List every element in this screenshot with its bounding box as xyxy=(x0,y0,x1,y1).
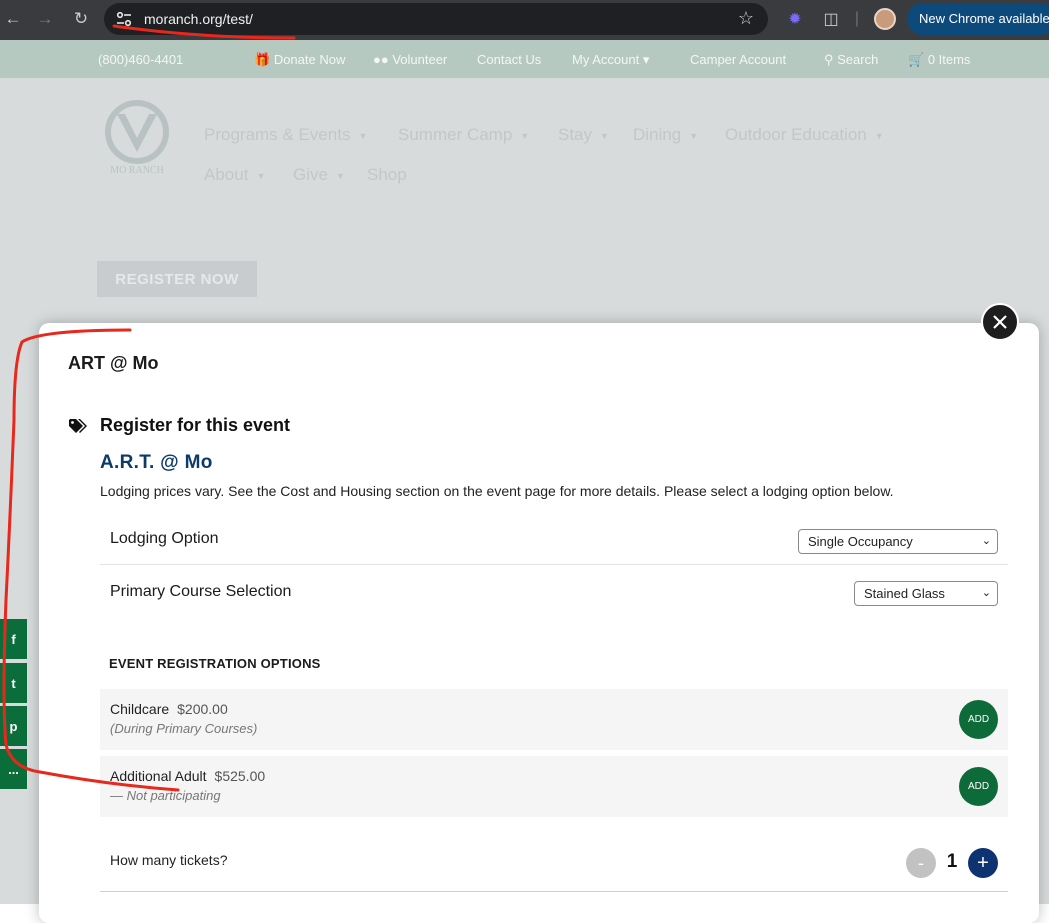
toolbar-divider: | xyxy=(854,10,860,27)
extensions-puzzle-icon[interactable]: ◫ xyxy=(820,8,842,30)
account-link[interactable]: My Account ▾ xyxy=(572,52,649,68)
register-heading-text: Register for this event xyxy=(100,415,291,435)
contact-link[interactable]: Contact Us xyxy=(477,52,541,67)
registration-modal: ART @ Mo Register for this event A.R.T. … xyxy=(39,323,1039,923)
addon-price: $200.00 xyxy=(177,701,228,717)
ticket-quantity-value: 1 xyxy=(946,851,958,872)
menu-dining[interactable]: Dining ▼ xyxy=(633,125,698,145)
share-facebook-icon[interactable]: f xyxy=(0,619,27,659)
browser-toolbar: ← → ↻ moranch.org/test/ ☆ ✹ ◫ | New Chro… xyxy=(0,0,1049,40)
bookmark-star-icon[interactable]: ☆ xyxy=(738,8,754,29)
addon-name: Childcare $200.00 xyxy=(110,701,228,717)
lodging-option-select[interactable]: Single Occupancy ⌄ xyxy=(798,529,998,554)
addon-note: (During Primary Courses) xyxy=(110,721,258,736)
phone-link[interactable]: (800)460-4401 xyxy=(98,52,183,67)
decrease-tickets-button[interactable]: - xyxy=(906,848,936,878)
menu-outdoor-education[interactable]: Outdoor Education ▼ xyxy=(725,125,884,145)
site-info-icon[interactable] xyxy=(116,11,132,27)
logo-text: MO RANCH xyxy=(110,165,164,176)
ticket-quantity-row: How many tickets? - 1 + xyxy=(100,831,1008,892)
menu-shop[interactable]: Shop xyxy=(367,165,407,185)
close-icon xyxy=(993,315,1007,329)
menu-give[interactable]: Give ▼ xyxy=(293,165,345,185)
cart-link[interactable]: 🛒 0 Items xyxy=(908,52,970,68)
register-now-button[interactable]: REGISTER NOW xyxy=(97,261,257,297)
registration-options-heading: EVENT REGISTRATION OPTIONS xyxy=(109,656,321,671)
course-selection-select[interactable]: Stained Glass ⌄ xyxy=(854,581,998,606)
menu-stay[interactable]: Stay ▼ xyxy=(558,125,609,145)
add-additional-adult-button[interactable]: ADD xyxy=(959,767,998,806)
volunteer-link[interactable]: ●● Volunteer xyxy=(373,52,447,67)
addon-childcare: Childcare $200.00 (During Primary Courses… xyxy=(100,689,1008,750)
camper-account-link[interactable]: Camper Account xyxy=(690,52,786,67)
search-link[interactable]: ⚲ Search xyxy=(824,52,878,68)
reload-icon[interactable]: ↻ xyxy=(68,6,94,32)
chrome-update-button[interactable]: New Chrome available xyxy=(907,3,1049,35)
addon-additional-adult: Additional Adult $525.00 — Not participat… xyxy=(100,756,1008,817)
register-heading: Register for this event xyxy=(68,415,290,436)
share-more-icon[interactable]: ... xyxy=(0,749,27,789)
increase-tickets-button[interactable]: + xyxy=(968,848,998,878)
donate-link[interactable]: 🎁 Donate Now xyxy=(254,52,345,68)
chevron-down-icon: ⌄ xyxy=(981,535,991,547)
course-selection-row: Primary Course Selection Stained Glass ⌄ xyxy=(100,566,1008,619)
lodging-option-row: Lodging Option Single Occupancy ⌄ xyxy=(100,514,1008,565)
add-childcare-button[interactable]: ADD xyxy=(959,700,998,739)
addon-price: $525.00 xyxy=(214,768,266,784)
utility-bar: (800)460-4401 🎁 Donate Now ●● Volunteer … xyxy=(0,40,1049,78)
addon-name: Additional Adult $525.00 xyxy=(110,768,266,784)
lodging-description: Lodging prices vary. See the Cost and Ho… xyxy=(100,483,894,499)
menu-about[interactable]: About ▼ xyxy=(204,165,265,185)
lodging-option-value: Single Occupancy xyxy=(808,534,913,549)
event-name: A.R.T. @ Mo xyxy=(100,452,213,473)
course-selection-value: Stained Glass xyxy=(864,586,945,601)
profile-avatar[interactable] xyxy=(874,8,896,30)
site-logo[interactable]: MO RANCH xyxy=(103,98,171,176)
modal-title: ART @ Mo xyxy=(68,353,159,373)
addon-note: — Not participating xyxy=(110,788,221,803)
address-bar[interactable]: moranch.org/test/ ☆ xyxy=(104,3,768,35)
tags-icon xyxy=(69,418,87,433)
ticket-quantity-label: How many tickets? xyxy=(110,852,228,868)
close-modal-button[interactable] xyxy=(981,303,1019,341)
menu-summer-camp[interactable]: Summer Camp ▼ xyxy=(398,125,529,145)
course-selection-label: Primary Course Selection xyxy=(110,583,292,600)
url-text[interactable]: moranch.org/test/ xyxy=(144,11,253,27)
chevron-down-icon: ⌄ xyxy=(981,587,991,599)
forward-icon[interactable]: → xyxy=(32,6,58,32)
share-twitter-icon[interactable]: t xyxy=(0,663,27,703)
extension-icon[interactable]: ✹ xyxy=(784,8,806,30)
menu-programs[interactable]: Programs & Events ▼ xyxy=(204,125,367,145)
lodging-option-label: Lodging Option xyxy=(110,530,219,547)
back-icon[interactable]: ← xyxy=(0,6,26,32)
share-pinterest-icon[interactable]: p xyxy=(0,706,27,746)
